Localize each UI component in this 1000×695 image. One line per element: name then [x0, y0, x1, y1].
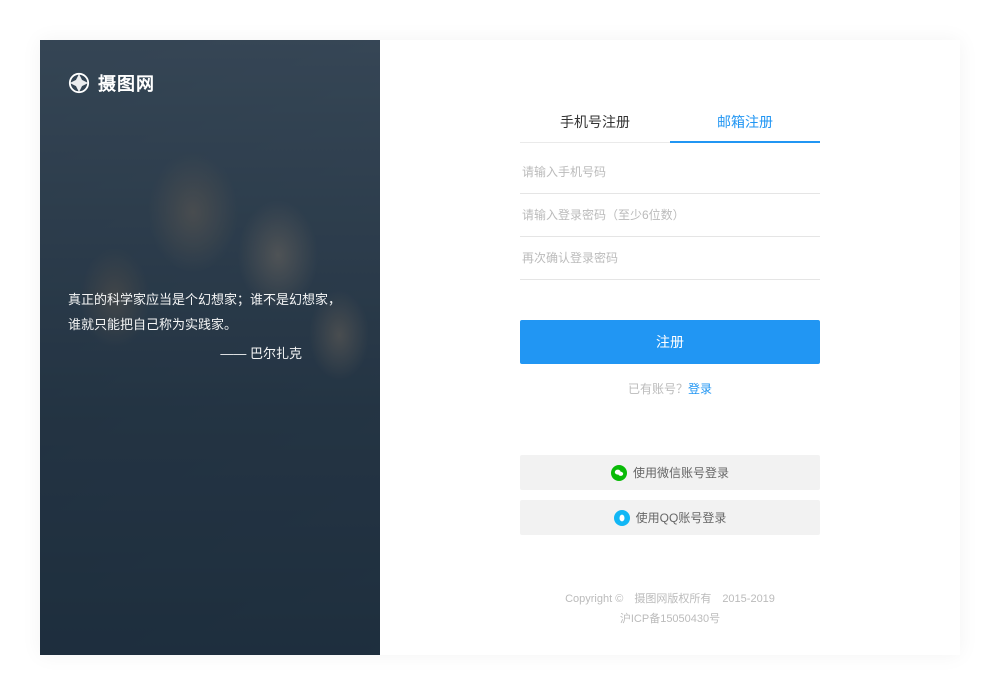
site-name: 摄图网: [98, 70, 155, 96]
login-hint-text: 已有账号？: [628, 382, 688, 396]
social-login: 使用微信账号登录 使用QQ账号登录: [520, 455, 820, 545]
quote-text: 真正的科学家应当是个幻想家；谁不是幻想家，谁就只能把自己称为实践家。: [68, 288, 352, 337]
tab-phone-register[interactable]: 手机号注册: [520, 102, 670, 142]
wechat-login-button[interactable]: 使用微信账号登录: [520, 455, 820, 490]
quote-author: —— 巴尔扎克: [68, 343, 352, 362]
register-form: 注册: [520, 151, 820, 364]
qq-login-label: 使用QQ账号登录: [636, 509, 727, 526]
camera-aperture-icon: [68, 72, 90, 94]
wechat-icon: [611, 465, 627, 481]
login-link[interactable]: 登录: [688, 382, 712, 396]
password-input[interactable]: [520, 194, 820, 237]
qq-icon: [614, 510, 630, 526]
login-container: 摄图网 真正的科学家应当是个幻想家；谁不是幻想家，谁就只能把自己称为实践家。 —…: [40, 40, 960, 655]
copyright-line: Copyright © 摄图网版权所有 2015-2019: [520, 590, 820, 610]
register-tabs: 手机号注册 邮箱注册: [520, 102, 820, 143]
login-hint: 已有账号？登录: [520, 380, 820, 397]
hero-panel: 摄图网 真正的科学家应当是个幻想家；谁不是幻想家，谁就只能把自己称为实践家。 —…: [40, 40, 380, 655]
form-panel: 手机号注册 邮箱注册 注册 已有账号？登录 使用微信账号登录 使用: [380, 40, 960, 655]
wechat-login-label: 使用微信账号登录: [633, 464, 729, 481]
phone-input[interactable]: [520, 151, 820, 194]
register-button[interactable]: 注册: [520, 320, 820, 364]
logo-row: 摄图网: [68, 70, 352, 96]
tab-email-register[interactable]: 邮箱注册: [670, 102, 820, 142]
qq-login-button[interactable]: 使用QQ账号登录: [520, 500, 820, 535]
confirm-password-input[interactable]: [520, 237, 820, 280]
quote-block: 真正的科学家应当是个幻想家；谁不是幻想家，谁就只能把自己称为实践家。 —— 巴尔…: [68, 288, 352, 362]
icp-line: 沪ICP备15050430号: [520, 610, 820, 630]
footer: Copyright © 摄图网版权所有 2015-2019 沪ICP备15050…: [520, 590, 820, 630]
